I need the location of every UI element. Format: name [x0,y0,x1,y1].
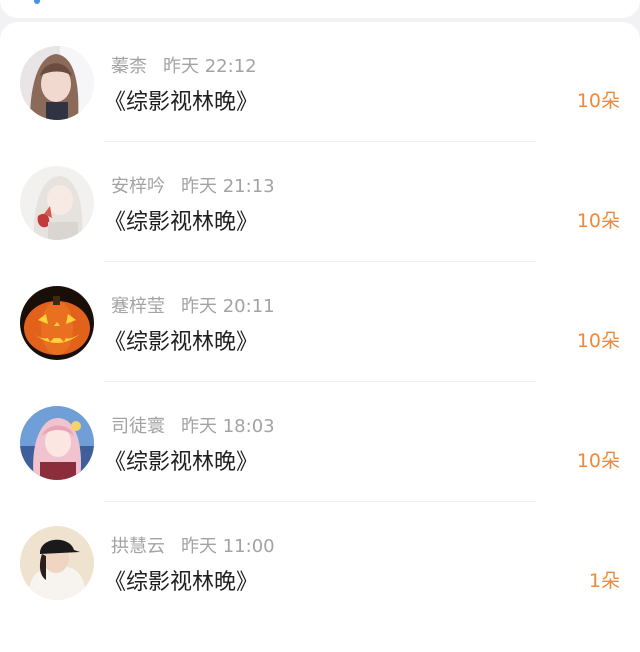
reward-meta: 拱慧云 昨天 11:00 [111,532,275,558]
reward-meta: 司徒寰 昨天 18:03 [111,412,275,438]
reward-time: 昨天 22:12 [163,56,257,77]
list-item[interactable]: 安梓吟 昨天 21:13 《综影视林晚》 10朵 [0,142,640,262]
avatar[interactable] [20,46,94,120]
reader-name[interactable]: 拱慧云 [111,536,165,557]
book-title: 《综影视林晚》 [104,450,259,475]
reward-amount: 1朵 [588,570,620,592]
reward-amount: 10朵 [576,90,620,112]
reward-amount: 10朵 [576,450,620,472]
reader-name[interactable]: 蹇梓莹 [111,296,165,317]
reward-time: 昨天 11:00 [181,536,275,557]
girl-cap-icon [20,526,94,600]
reward-meta: 蹇梓莹 昨天 20:11 [111,292,275,318]
list-item[interactable]: 司徒寰 昨天 18:03 《综影视林晚》 10朵 [0,382,640,502]
reader-name[interactable]: 安梓吟 [111,176,165,197]
book-title: 《综影视林晚》 [104,330,259,355]
pumpkin-icon [20,286,94,360]
avatar[interactable] [20,286,94,360]
previous-card-edge [0,0,640,18]
reader-name[interactable]: 蓁柰 [111,56,147,77]
reward-meta: 安梓吟 昨天 21:13 [111,172,275,198]
avatar[interactable] [20,526,94,600]
girl-white-hair-icon [20,166,94,240]
list-item[interactable]: 拱慧云 昨天 11:00 《综影视林晚》 1朵 [0,502,640,622]
avatar[interactable] [20,406,94,480]
reward-list: 蓁柰 昨天 22:12 《综影视林晚》 10朵 安梓吟 昨天 21:13 《综影视林… [0,22,640,652]
reward-time: 昨天 18:03 [181,416,275,437]
book-title: 《综影视林晚》 [104,570,259,595]
reward-time: 昨天 21:13 [181,176,275,197]
list-item[interactable]: 蓁柰 昨天 22:12 《综影视林晚》 10朵 [0,22,640,142]
girl-portrait-icon [20,46,94,120]
reward-amount: 10朵 [576,330,620,352]
accent-mark [34,0,40,4]
reward-amount: 10朵 [576,210,620,232]
book-title: 《综影视林晚》 [104,90,259,115]
list-item[interactable]: 蹇梓莹 昨天 20:11 《综影视林晚》 10朵 [0,262,640,382]
book-title: 《综影视林晚》 [104,210,259,235]
reward-meta: 蓁柰 昨天 22:12 [111,52,257,78]
avatar[interactable] [20,166,94,240]
anime-girl-icon [20,406,94,480]
reader-name[interactable]: 司徒寰 [111,416,165,437]
reward-time: 昨天 20:11 [181,296,275,317]
